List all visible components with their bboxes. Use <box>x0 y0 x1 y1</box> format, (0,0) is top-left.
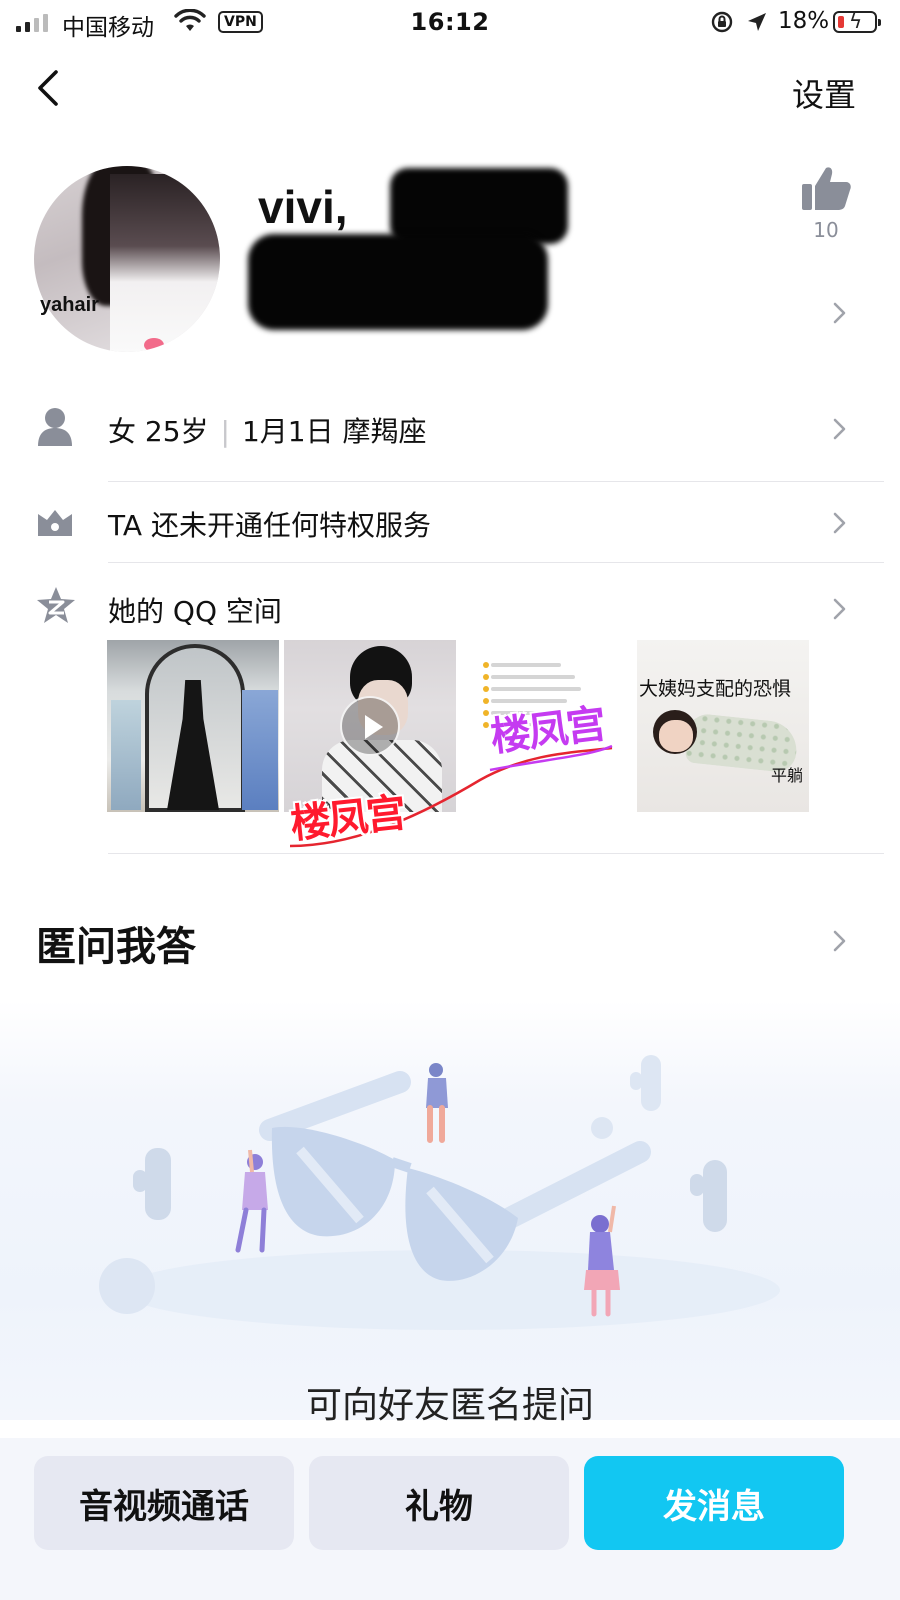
redaction-mark <box>390 168 568 244</box>
qzone-star-icon <box>36 586 76 628</box>
gender-age: 女 25岁 <box>108 415 209 448</box>
send-message-button[interactable]: 发消息 <box>584 1456 844 1550</box>
qzone-label: 她的 QQ 空间 <box>108 595 282 628</box>
qzone-photo-1[interactable] <box>107 640 279 812</box>
qzone-row[interactable]: 她的 QQ 空间 <box>0 582 900 638</box>
divider <box>108 481 884 482</box>
birthday-zodiac: 1月1日 摩羯座 <box>241 415 427 448</box>
gift-button[interactable]: 礼物 <box>309 1456 569 1550</box>
chevron-right-icon <box>828 512 850 534</box>
play-icon <box>340 696 400 756</box>
privilege-row[interactable]: TA 还未开通任何特权服务 <box>0 494 900 556</box>
watermark-text: 楼凤宫 <box>288 790 407 848</box>
avatar-caption: yahair <box>40 294 99 316</box>
av-call-button[interactable]: 音视频通话 <box>34 1456 294 1550</box>
redaction-mark <box>248 234 548 330</box>
rotation-lock-icon <box>710 10 734 38</box>
chevron-right-icon[interactable] <box>828 930 850 952</box>
separator: | <box>220 415 230 448</box>
divider <box>108 853 884 854</box>
anonymous-ask-hint: 可向好友匿名提问 <box>305 1385 594 1426</box>
chevron-right-icon <box>828 598 850 620</box>
person-icon <box>36 406 74 450</box>
meme-caption-bottom: 平躺 <box>771 766 804 785</box>
nickname: vivi, <box>258 181 348 233</box>
qzone-thumbnails: 大姨妈支配的恐惧 平躺 <box>107 640 827 812</box>
privilege-text: TA 还未开通任何特权服务 <box>108 509 431 542</box>
sunglasses-people-illustration <box>99 1055 780 1330</box>
qzone-photo-4[interactable]: 大姨妈支配的恐惧 平躺 <box>637 640 809 812</box>
chevron-left-icon <box>38 70 58 106</box>
bottom-action-bar: 音视频通话 礼物 发消息 <box>0 1438 900 1600</box>
location-arrow-icon <box>745 10 769 38</box>
like-count: 10 <box>813 218 839 242</box>
charging-bolt-icon: ϟ <box>849 9 863 33</box>
nav-bar: 设置 <box>0 54 900 124</box>
chevron-right-icon <box>828 418 850 440</box>
meme-caption-top: 大姨妈支配的恐惧 <box>639 678 792 700</box>
avatar[interactable] <box>34 166 220 352</box>
basic-info-row[interactable]: 女 25岁 | 1月1日 摩羯座 <box>0 400 900 462</box>
status-bar: 中国移动 VPN 16:12 18% ϟ <box>0 0 900 46</box>
anonymous-qa-title[interactable]: 匿问我答 <box>36 914 196 972</box>
battery-level-fill <box>838 16 844 28</box>
divider <box>108 562 884 563</box>
like-button[interactable]: 10 <box>796 166 856 246</box>
battery-percent: 18% <box>778 8 830 34</box>
battery-icon: ϟ <box>833 9 881 33</box>
empty-state-illustration <box>0 1000 900 1420</box>
crown-icon <box>36 508 74 542</box>
settings-button[interactable]: 设置 <box>792 70 856 116</box>
chevron-right-icon[interactable] <box>828 302 850 324</box>
thumbs-up-icon <box>802 167 851 210</box>
back-button[interactable] <box>30 68 70 108</box>
